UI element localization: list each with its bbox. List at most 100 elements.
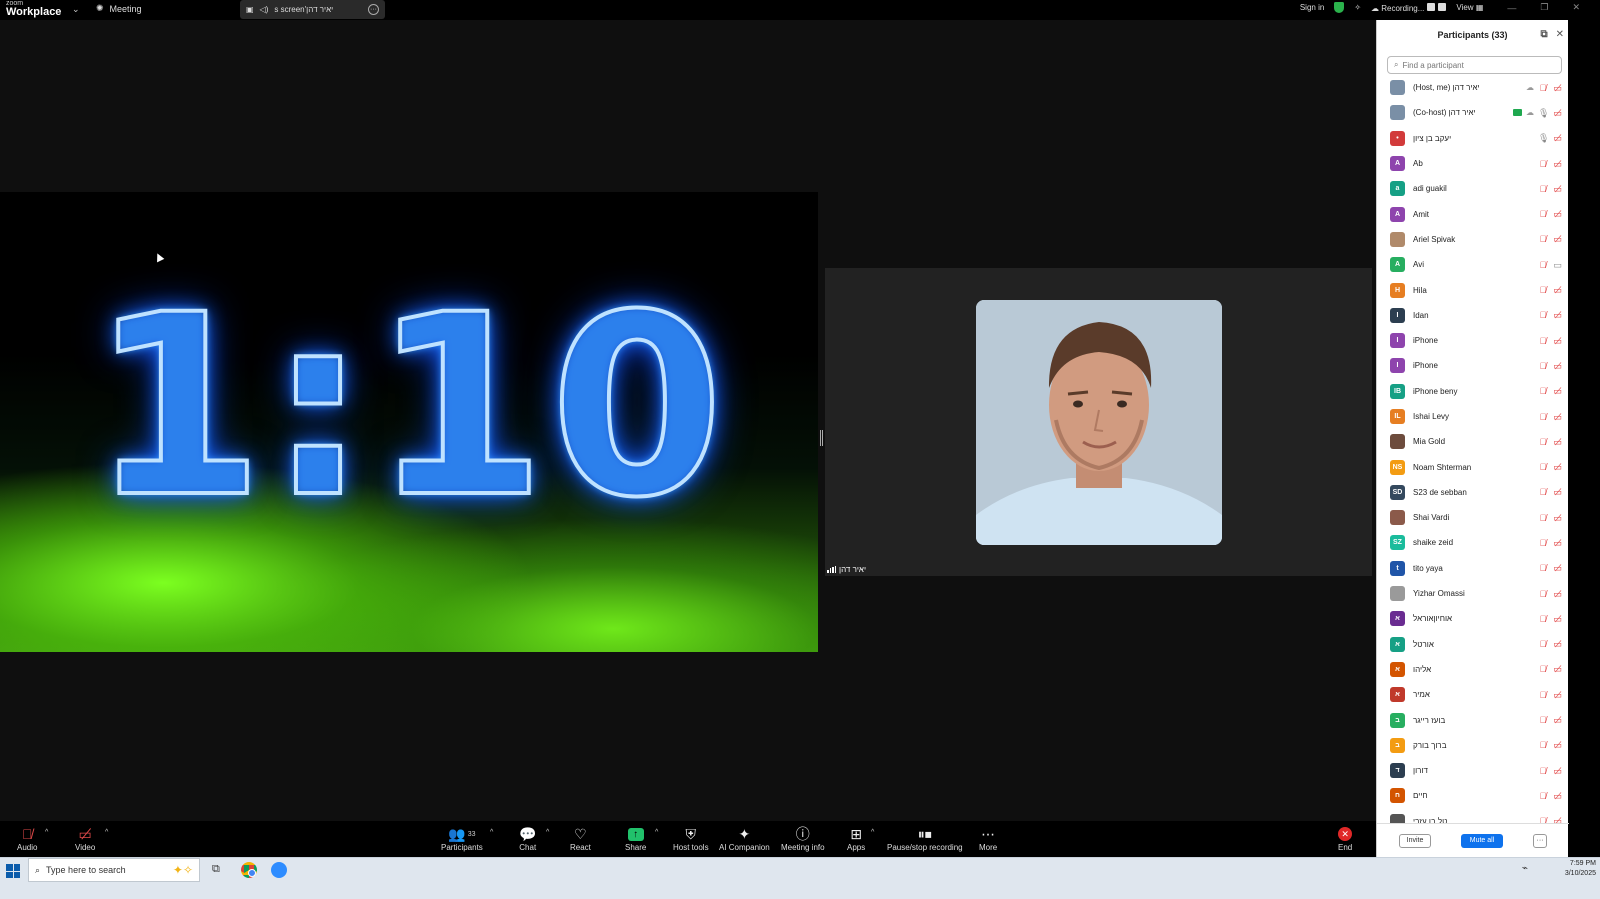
- mic-icon[interactable]: 🎙: [1538, 108, 1549, 118]
- chevron-down-icon[interactable]: ⌄: [72, 4, 80, 15]
- share-caret[interactable]: ^: [655, 829, 658, 836]
- host-tools-button[interactable]: ⛨ Host tools: [673, 825, 709, 853]
- mic-muted-icon[interactable]: 🎙̸: [1538, 234, 1548, 244]
- participant-row[interactable]: SZ shaike zeid 🎙̸ ▭̸: [1377, 530, 1569, 555]
- participant-row[interactable]: IB iPhone beny 🎙̸ ▭̸: [1377, 379, 1569, 404]
- participant-row[interactable]: Ariel Spivak 🎙̸ ▭̸: [1377, 227, 1569, 252]
- participant-row[interactable]: IiPhone 🎙̸ ▭̸: [1377, 328, 1569, 353]
- mic-icon[interactable]: 🎙: [1538, 133, 1549, 143]
- video-options-caret[interactable]: ^: [105, 829, 108, 836]
- mic-muted-icon[interactable]: 🎙̸: [1538, 715, 1548, 725]
- participant-row[interactable]: A Amit 🎙̸ ▭̸: [1377, 201, 1569, 226]
- participant-list[interactable]: יאיר דהן (Host, me) ☁ 🎙̸ ▭̸ יאיר דהן (Co-hos…: [1377, 75, 1569, 823]
- chrome-icon[interactable]: [241, 862, 257, 878]
- mic-muted-icon[interactable]: 🎙̸: [1538, 589, 1548, 599]
- participant-row[interactable]: Mia Gold 🎙̸ ▭̸: [1377, 429, 1569, 454]
- sign-in-link[interactable]: Sign in: [1300, 3, 1324, 12]
- participant-row[interactable]: א אליהו 🎙̸ ▭̸: [1377, 657, 1569, 682]
- participant-row[interactable]: Shai Vardi 🎙̸ ▭̸: [1377, 505, 1569, 530]
- participant-row[interactable]: a adi guakil 🎙̸ ▭̸: [1377, 176, 1569, 201]
- mic-muted-icon[interactable]: 🎙̸: [1538, 310, 1548, 320]
- mute-all-button[interactable]: Mute all: [1461, 833, 1503, 848]
- mic-muted-icon[interactable]: 🎙̸: [1538, 159, 1548, 169]
- mic-muted-icon[interactable]: 🎙̸: [1538, 487, 1548, 497]
- react-button[interactable]: ♡ React: [570, 825, 591, 853]
- network-icon[interactable]: ⌁: [1522, 863, 1528, 874]
- audio-options-caret[interactable]: ^: [45, 829, 48, 836]
- participant-row[interactable]: טל בן עזרי 🎙̸ ▭̸: [1377, 809, 1569, 823]
- participant-row[interactable]: NS Noam Shterman 🎙̸ ▭̸: [1377, 454, 1569, 479]
- participant-search-input[interactable]: [1402, 60, 1543, 70]
- participant-row[interactable]: Yizhar Omassi 🎙̸ ▭̸: [1377, 581, 1569, 606]
- invite-button[interactable]: Invite: [1399, 833, 1431, 848]
- close-icon[interactable]: ✕: [1556, 29, 1564, 40]
- audio-button[interactable]: 🎙̸ Audio: [17, 825, 37, 852]
- split-view-handle[interactable]: [820, 430, 823, 446]
- ai-companion-button[interactable]: ✦ AI Companion: [719, 825, 770, 853]
- participant-row[interactable]: A Ab 🎙̸ ▭̸: [1377, 151, 1569, 176]
- screen-share-pill[interactable]: ▣ ◁) יאיר דהן's screen ···: [240, 0, 385, 19]
- view-menu[interactable]: View ▦: [1456, 3, 1483, 12]
- participant-row[interactable]: • יעקב בן ציון 🎙 ▭̸: [1377, 126, 1569, 151]
- mic-muted-icon[interactable]: 🎙̸: [1538, 664, 1548, 674]
- recording-indicator[interactable]: ☁ Recording...: [1371, 2, 1447, 13]
- sparkle-icon[interactable]: ✧: [1354, 3, 1361, 12]
- more-button[interactable]: ⋯ More: [979, 825, 997, 853]
- participant-row[interactable]: ב ברוך בורק 🎙̸ ▭̸: [1377, 733, 1569, 758]
- shield-icon[interactable]: [1334, 2, 1345, 13]
- participant-row[interactable]: ד דורון 🎙̸ ▭̸: [1377, 758, 1569, 783]
- participant-row[interactable]: יאיר דהן (Host, me) ☁ 🎙̸ ▭̸: [1377, 75, 1569, 100]
- mic-muted-icon[interactable]: 🎙̸: [1538, 184, 1548, 194]
- participant-row[interactable]: IL Ishai Levy 🎙̸ ▭̸: [1377, 404, 1569, 429]
- more-icon[interactable]: ···: [368, 4, 379, 15]
- close-window-icon[interactable]: ✕: [1572, 2, 1580, 13]
- participants-caret[interactable]: ^: [490, 829, 493, 836]
- taskbar-search[interactable]: ⌕ Type here to search ✦✧: [28, 858, 200, 882]
- participant-row[interactable]: SD S23 de sebban 🎙̸ ▭̸: [1377, 480, 1569, 505]
- speaker-video-panel[interactable]: יאיר דהן: [825, 268, 1372, 576]
- shared-screen[interactable]: 1:10: [0, 192, 818, 652]
- meeting-tab[interactable]: ✺ Meeting: [96, 3, 142, 14]
- mic-muted-icon[interactable]: 🎙̸: [1538, 639, 1548, 649]
- mic-muted-icon[interactable]: 🎙̸: [1538, 690, 1548, 700]
- pause-icon[interactable]: [1427, 2, 1436, 11]
- popout-icon[interactable]: ⧉: [1540, 29, 1547, 40]
- meeting-info-button[interactable]: ⓘ Meeting info: [781, 825, 825, 852]
- mic-muted-icon[interactable]: 🎙̸: [1538, 462, 1548, 472]
- mic-muted-icon[interactable]: 🎙̸: [1538, 386, 1548, 396]
- taskbar-clock[interactable]: 7:59 PM 3/10/2025: [1565, 859, 1596, 879]
- mic-muted-icon[interactable]: 🎙̸: [1538, 437, 1548, 447]
- pause-stop-recording-button[interactable]: ⏸⏹ Pause/stop recording: [887, 825, 963, 853]
- mic-muted-icon[interactable]: 🎙̸: [1538, 563, 1548, 573]
- mic-muted-icon[interactable]: 🎙̸: [1538, 260, 1548, 270]
- share-button[interactable]: ↑ Share: [625, 825, 646, 852]
- participant-row[interactable]: ח חיים 🎙̸ ▭̸: [1377, 783, 1569, 808]
- mic-muted-icon[interactable]: 🎙̸: [1538, 83, 1548, 93]
- mic-muted-icon[interactable]: 🎙̸: [1538, 285, 1548, 295]
- participants-button[interactable]: 👥 33 Participants: [441, 825, 483, 853]
- participant-row[interactable]: H Hila 🎙̸ ▭̸: [1377, 277, 1569, 302]
- zoom-app-icon[interactable]: [271, 862, 287, 878]
- maximize-icon[interactable]: ❐: [1540, 2, 1548, 13]
- participant-row[interactable]: A Avi 🎙̸ ▭: [1377, 252, 1569, 277]
- mic-muted-icon[interactable]: 🎙̸: [1538, 412, 1548, 422]
- mic-muted-icon[interactable]: 🎙̸: [1538, 766, 1548, 776]
- participant-row[interactable]: יאיר דהן (Co-host) ☁ 🎙 ▭̸: [1377, 100, 1569, 125]
- participant-row[interactable]: ב בועז רייגר 🎙̸ ▭̸: [1377, 707, 1569, 732]
- chat-caret[interactable]: ^: [546, 829, 549, 836]
- mic-muted-icon[interactable]: 🎙̸: [1538, 513, 1548, 523]
- mic-muted-icon[interactable]: 🎙̸: [1538, 336, 1548, 346]
- mic-muted-icon[interactable]: 🎙̸: [1538, 614, 1548, 624]
- participant-row[interactable]: t tito yaya 🎙̸ ▭̸: [1377, 556, 1569, 581]
- apps-button[interactable]: ⊞ Apps: [847, 825, 865, 853]
- chat-button[interactable]: 💬 Chat: [519, 825, 536, 853]
- panel-more-button[interactable]: ···: [1533, 833, 1547, 848]
- video-button[interactable]: ▭̸ Video: [75, 825, 95, 853]
- apps-caret[interactable]: ^: [871, 829, 874, 836]
- mic-muted-icon[interactable]: 🎙̸: [1538, 361, 1548, 371]
- windows-start-icon[interactable]: [6, 864, 20, 878]
- brand-logo[interactable]: zoom Workplace: [6, 0, 61, 18]
- mic-muted-icon[interactable]: 🎙̸: [1538, 740, 1548, 750]
- task-view-icon[interactable]: ⧉: [212, 863, 220, 876]
- participant-row[interactable]: א אוחיוןאוראל 🎙̸ ▭̸: [1377, 606, 1569, 631]
